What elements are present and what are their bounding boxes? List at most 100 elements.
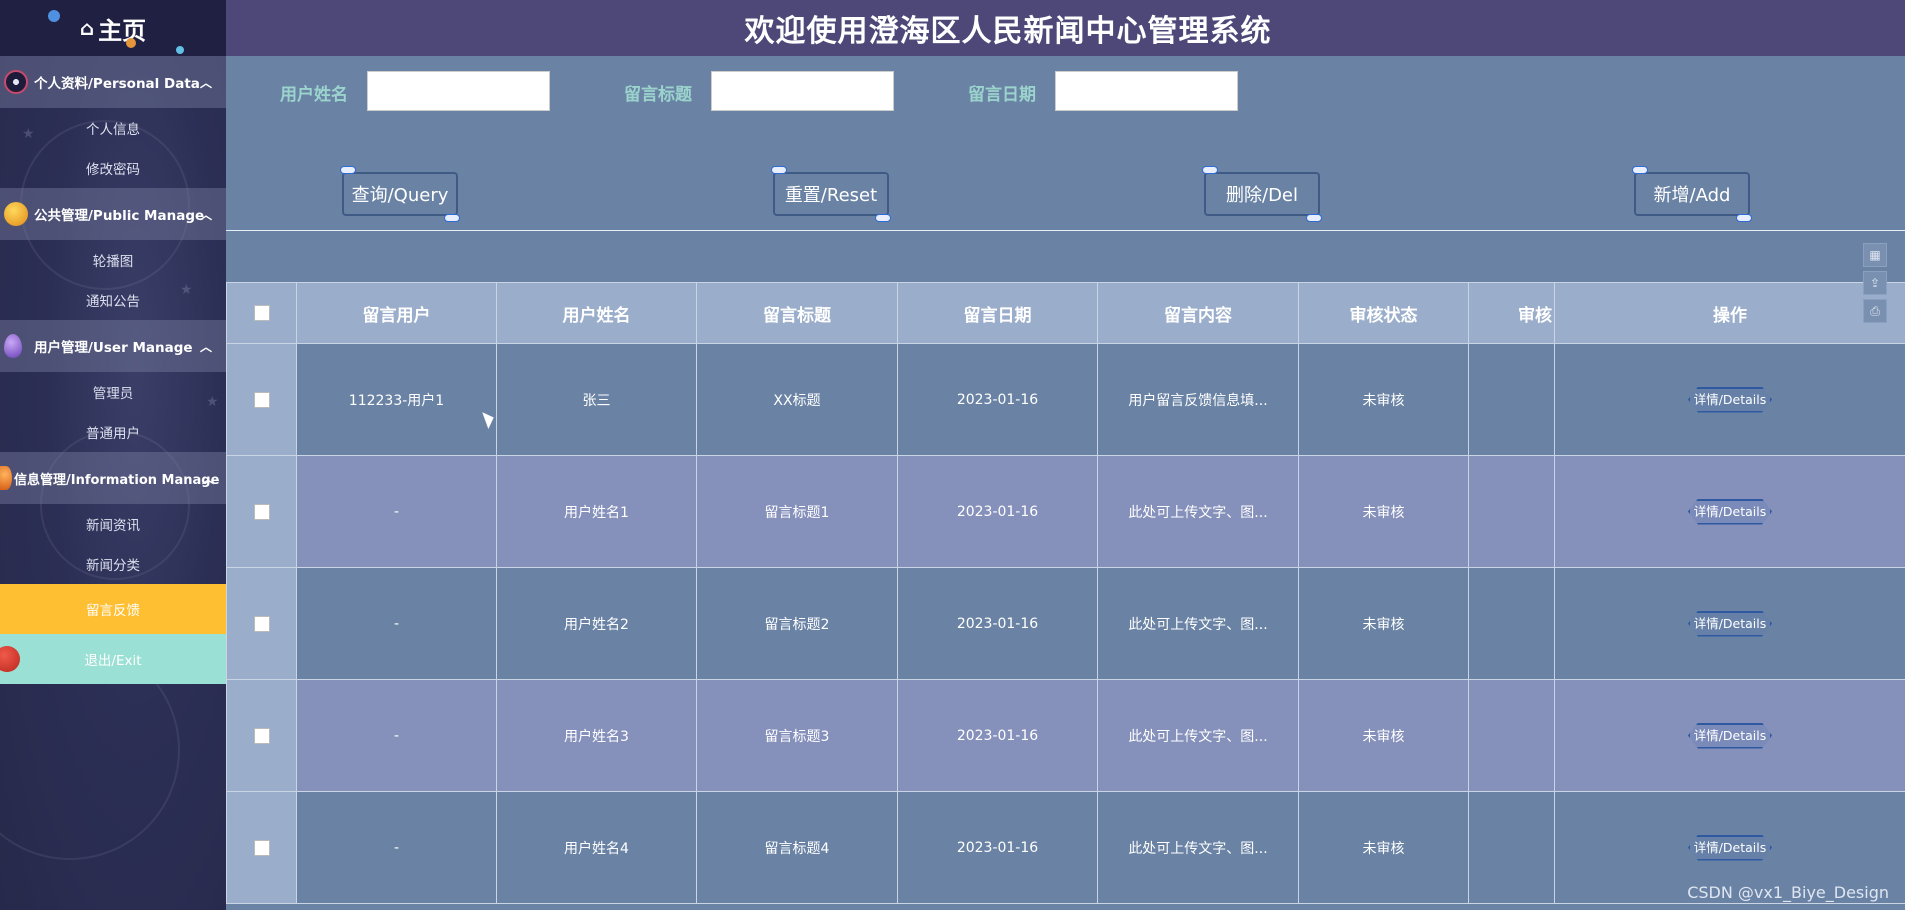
grid-icon[interactable]: ▦ (1863, 243, 1887, 267)
sidebar-item-label: 新闻资讯 (86, 518, 140, 534)
cell-user: - (296, 567, 497, 680)
details-button[interactable]: 详情/Details (1680, 605, 1780, 643)
delete-button[interactable]: 删除/Del (1196, 164, 1328, 224)
sidebar-item-exit[interactable]: 退出/Exit (0, 634, 226, 684)
data-table-panel: ▦ ⇪ ⎙ 留言用户 用户姓名 留言标题 留言日期 留言内容 审核状态 审核 操… (226, 230, 1905, 910)
cell-name: 张三 (496, 343, 697, 456)
chevron-up-icon: ︿ (199, 207, 212, 222)
sidebar-item-label: 新闻分类 (86, 558, 140, 574)
cell-status: 未审核 (1298, 343, 1469, 456)
details-label: 详情/Details (1693, 727, 1767, 743)
cell-content: 用户留言反馈信息填... (1097, 343, 1299, 456)
table-row: - 用户姓名3 留言标题3 2023-01-16 此处可上传文字、图... 未审… (226, 679, 1905, 792)
rocket-icon (340, 166, 356, 174)
menu-group-user-manage[interactable]: 用户管理/User Manage ︿ (0, 320, 226, 372)
menu-group-label: 公共管理/Public Manage (34, 208, 205, 224)
menu-group-public-manage[interactable]: 公共管理/Public Manage ︿ (0, 188, 226, 240)
chevron-up-icon: ︿ (199, 339, 212, 354)
details-button[interactable]: 详情/Details (1680, 493, 1780, 531)
cell-status: 未审核 (1298, 567, 1469, 680)
cell-status: 未审核 (1298, 455, 1469, 568)
sidebar-item-change-password[interactable]: 修改密码 (0, 148, 226, 188)
row-select-cell (226, 791, 297, 904)
message-date-input[interactable] (1055, 71, 1238, 111)
select-all-checkbox[interactable] (253, 305, 270, 321)
cell-audit (1468, 455, 1555, 568)
cell-user: - (296, 791, 497, 904)
planet-icon (176, 46, 184, 54)
sidebar-item-label: 个人信息 (86, 122, 140, 138)
user-name-input[interactable] (367, 71, 550, 111)
cell-status: 未审核 (1298, 679, 1469, 792)
column-header[interactable]: 留言标题 (696, 282, 898, 344)
column-header[interactable]: 留言内容 (1097, 282, 1299, 344)
row-select-cell (226, 343, 297, 456)
table-toolbar: ▦ ⇪ ⎙ (226, 231, 1905, 323)
row-checkbox[interactable] (253, 727, 270, 744)
cell-date: 2023-01-16 (897, 679, 1098, 792)
orange-planet-icon (0, 466, 12, 490)
query-button[interactable]: 查询/Query (334, 164, 466, 224)
rocket-icon (1306, 214, 1322, 222)
sidebar-item-news[interactable]: 新闻资讯 (0, 504, 226, 544)
table-row: - 用户姓名2 留言标题2 2023-01-16 此处可上传文字、图... 未审… (226, 567, 1905, 680)
details-label: 详情/Details (1693, 615, 1767, 631)
message-title-input[interactable] (711, 71, 894, 111)
table-header-row: 留言用户 用户姓名 留言标题 留言日期 留言内容 审核状态 审核 操作 (226, 282, 1905, 344)
user-name-label: 用户姓名 (280, 85, 348, 105)
column-header[interactable]: 用户姓名 (496, 282, 697, 344)
sidebar-item-personal-info[interactable]: 个人信息 (0, 108, 226, 148)
details-label: 详情/Details (1693, 391, 1767, 407)
home-icon: ⌂ (79, 16, 95, 40)
sidebar-item-carousel[interactable]: 轮播图 (0, 240, 226, 280)
menu-group-label: 信息管理/Information Manage (14, 472, 220, 488)
sidebar-item-news-category[interactable]: 新闻分类 (0, 544, 226, 584)
cell-audit (1468, 567, 1555, 680)
row-select-cell (226, 455, 297, 568)
sidebar-home[interactable]: ⌂ 主页 (0, 0, 226, 56)
details-button[interactable]: 详情/Details (1680, 381, 1780, 419)
cell-date: 2023-01-16 (897, 343, 1098, 456)
details-button[interactable]: 详情/Details (1680, 829, 1780, 867)
page-title: 欢迎使用澄海区人民新闻中心管理系统 (744, 14, 1272, 49)
atom-icon (4, 70, 28, 94)
row-checkbox[interactable] (253, 839, 270, 856)
row-checkbox[interactable] (253, 615, 270, 632)
column-header[interactable]: 审核 (1468, 282, 1555, 344)
cell-status: 未审核 (1298, 791, 1469, 904)
column-header[interactable]: 留言用户 (296, 282, 497, 344)
details-button[interactable]: 详情/Details (1680, 717, 1780, 755)
message-date-label: 留言日期 (968, 85, 1036, 105)
details-label: 详情/Details (1693, 839, 1767, 855)
sidebar-item-notice[interactable]: 通知公告 (0, 280, 226, 320)
cell-actions: 详情/Details (1554, 567, 1905, 680)
row-checkbox[interactable] (253, 503, 270, 520)
sidebar-item-normal-user[interactable]: 普通用户 (0, 412, 226, 452)
column-header[interactable]: 留言日期 (897, 282, 1098, 344)
cell-content: 此处可上传文字、图... (1097, 791, 1299, 904)
sidebar-item-feedback[interactable]: 留言反馈 (0, 584, 226, 634)
sidebar-item-admin[interactable]: 管理员 (0, 372, 226, 412)
cell-actions: 详情/Details (1554, 455, 1905, 568)
row-checkbox[interactable] (253, 391, 270, 408)
column-header[interactable]: 审核状态 (1298, 282, 1469, 344)
add-button[interactable]: 新增/Add (1626, 164, 1758, 224)
menu-group-information-manage[interactable]: 信息管理/Information Manage ︿ (0, 452, 226, 504)
select-all-cell (226, 282, 297, 344)
cell-user: 112233-用户1 (296, 343, 497, 456)
cell-name: 用户姓名3 (496, 679, 697, 792)
export-icon[interactable]: ⇪ (1863, 271, 1887, 295)
rocket-icon (1736, 214, 1752, 222)
reset-button[interactable]: 重置/Reset (765, 164, 897, 224)
menu-group-personal-data[interactable]: 个人资料/Personal Data ︿ (0, 56, 226, 108)
button-label: 查询/Query (351, 185, 449, 206)
cell-title: 留言标题2 (696, 567, 898, 680)
sidebar-item-label: 轮播图 (92, 254, 134, 270)
rocket-icon (444, 214, 460, 222)
button-label: 新增/Add (1653, 185, 1731, 206)
print-icon[interactable]: ⎙ (1863, 299, 1887, 323)
cell-name: 用户姓名2 (496, 567, 697, 680)
column-header[interactable]: 操作 (1554, 282, 1905, 344)
button-label: 重置/Reset (784, 185, 878, 206)
red-planet-icon (0, 646, 20, 672)
